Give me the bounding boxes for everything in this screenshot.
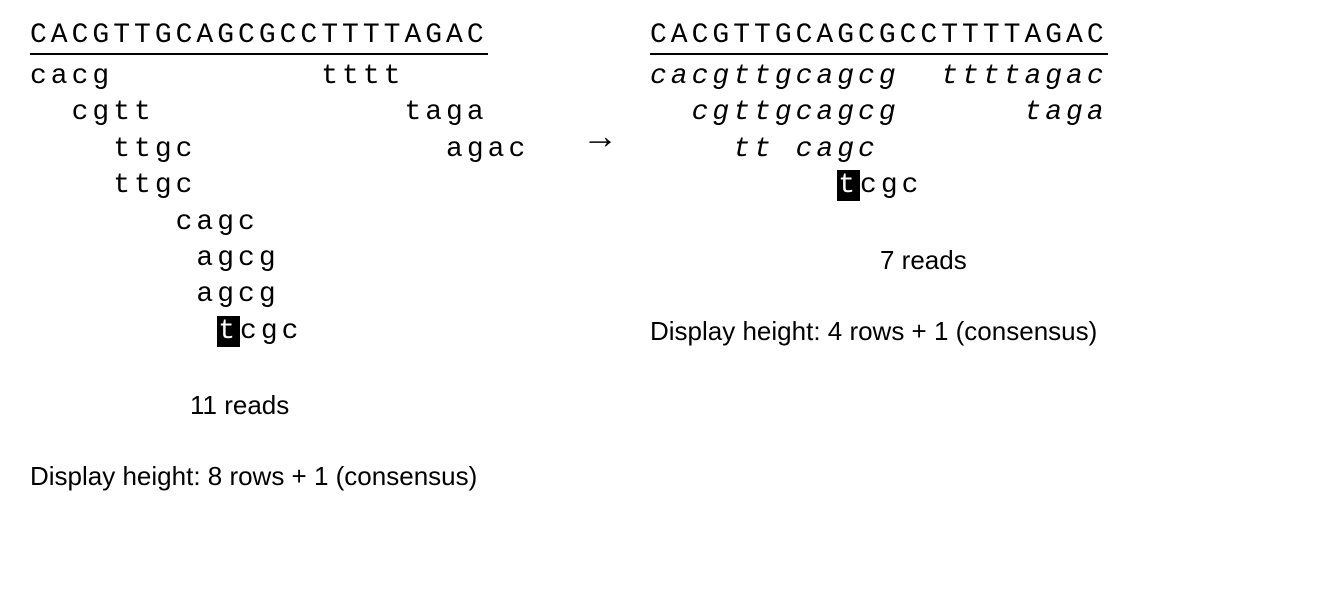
arrow-icon: → bbox=[582, 115, 618, 157]
read-row: tt cagc bbox=[650, 132, 1108, 168]
read-segment: ttgc bbox=[30, 170, 196, 201]
read-segment: cgttgcagcg taga bbox=[650, 97, 1108, 128]
read-row: tcgc bbox=[30, 314, 529, 350]
read-segment: ttgc agac bbox=[30, 134, 529, 165]
read-row: cacgttgcagcg ttttagac bbox=[650, 59, 1108, 95]
left-panel: CACGTTGCAGCGCCTTTTAGAC cacg tttt cgtt ta… bbox=[30, 20, 550, 492]
read-segment bbox=[30, 316, 217, 347]
read-segment: agcg bbox=[30, 279, 280, 310]
read-row: agcg bbox=[30, 277, 529, 313]
consensus-left: CACGTTGCAGCGCCTTTTAGAC bbox=[30, 20, 488, 55]
right-panel: CACGTTGCAGCGCCTTTTAGAC cacgttgcagcg tttt… bbox=[650, 20, 1270, 347]
reads-block-left: cacg tttt cgtt taga ttgc agac ttgc cagc … bbox=[30, 59, 529, 350]
read-row: ttgc agac bbox=[30, 132, 529, 168]
reads-count-left: 11 reads bbox=[190, 390, 289, 421]
read-row: ttgc bbox=[30, 168, 529, 204]
read-row: cacg tttt bbox=[30, 59, 529, 95]
read-row: cgtt taga bbox=[30, 95, 529, 131]
read-segment: agcg bbox=[30, 243, 280, 274]
read-segment: cacgttgcagcg ttttagac bbox=[650, 61, 1108, 92]
reads-block-right: cacgttgcagcg ttttagac cgttgcagcg taga tt… bbox=[650, 59, 1108, 205]
read-segment: cgc bbox=[860, 170, 922, 201]
read-segment: cgtt taga bbox=[30, 97, 488, 128]
read-segment: cacg tttt bbox=[30, 61, 404, 92]
read-row: cagc bbox=[30, 205, 529, 241]
consensus-right: CACGTTGCAGCGCCTTTTAGAC bbox=[650, 20, 1108, 55]
display-height-left: Display height: 8 rows + 1 (consensus) bbox=[30, 461, 477, 492]
read-row: agcg bbox=[30, 241, 529, 277]
display-height-right: Display height: 4 rows + 1 (consensus) bbox=[650, 316, 1097, 347]
reads-count-right: 7 reads bbox=[880, 245, 967, 276]
read-segment: t bbox=[217, 316, 240, 347]
read-segment: tt cagc bbox=[650, 134, 879, 165]
read-segment: cgc bbox=[240, 316, 302, 347]
read-segment bbox=[650, 170, 837, 201]
read-segment: t bbox=[837, 170, 860, 201]
arrow-panel: → bbox=[550, 20, 650, 157]
read-row: tcgc bbox=[650, 168, 1108, 204]
read-row: cgttgcagcg taga bbox=[650, 95, 1108, 131]
read-segment: cagc bbox=[30, 207, 259, 238]
